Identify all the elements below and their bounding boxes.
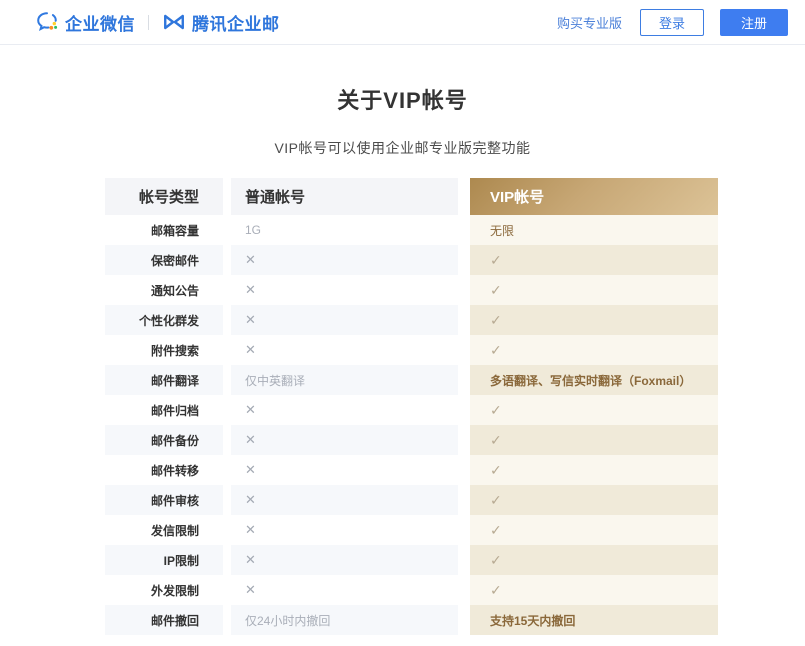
vip-account-value: 无限 [470, 215, 718, 245]
table-header-row: 帐号类型 普通帐号 VIP帐号 [105, 178, 718, 215]
green-dot [54, 26, 57, 29]
vip-account-check-mark: ✓ [470, 305, 718, 335]
normal-account-cross-mark: ✕ [231, 485, 458, 515]
exmail-logo-text: 腾讯企业邮 [192, 10, 280, 35]
feature-label: 附件搜索 [105, 335, 223, 365]
feature-label: 邮件备份 [105, 425, 223, 455]
vip-account-check-mark: ✓ [470, 455, 718, 485]
register-button[interactable]: 注册 [720, 9, 788, 36]
table-row: 邮件撤回仅24小时内撤回支持15天内撤回 [105, 605, 718, 635]
column-header-normal-account: 普通帐号 [231, 178, 458, 215]
logo-divider [148, 15, 149, 30]
vip-account-check-mark: ✓ [470, 335, 718, 365]
table-row: 通知公告 ✕ ✓ [105, 275, 718, 305]
wechat-work-logo[interactable]: 企业微信 [35, 10, 135, 35]
feature-label: 保密邮件 [105, 245, 223, 275]
feature-label: 邮件归档 [105, 395, 223, 425]
buy-pro-link[interactable]: 购买专业版 [557, 13, 622, 32]
page-title: 关于VIP帐号 [0, 83, 805, 115]
normal-account-cross-mark: ✕ [231, 545, 458, 575]
feature-label: IP限制 [105, 545, 223, 575]
page-subtitle: VIP帐号可以使用企业邮专业版完整功能 [0, 138, 805, 158]
login-button[interactable]: 登录 [640, 9, 704, 36]
feature-label: 发信限制 [105, 515, 223, 545]
normal-account-value: 仅24小时内撤回 [231, 605, 458, 635]
normal-account-cross-mark: ✕ [231, 425, 458, 455]
feature-label: 邮件转移 [105, 455, 223, 485]
normal-account-cross-mark: ✕ [231, 305, 458, 335]
table-row: IP限制 ✕ ✓ [105, 545, 718, 575]
table-body: 邮箱容量1G无限保密邮件✕✓通知公告✕✓个性化群发✕✓附件搜索✕✓邮件翻译仅中英… [105, 215, 718, 635]
feature-label: 通知公告 [105, 275, 223, 305]
yellow-dot [53, 22, 56, 25]
exmail-logo[interactable]: 腾讯企业邮 [162, 10, 280, 35]
vip-account-check-mark: ✓ [470, 545, 718, 575]
feature-label: 外发限制 [105, 575, 223, 605]
vip-account-check-mark: ✓ [470, 575, 718, 605]
table-row: 邮件归档 ✕ ✓ [105, 395, 718, 425]
column-header-vip-account: VIP帐号 [470, 178, 718, 215]
table-row: 邮件转移 ✕ ✓ [105, 455, 718, 485]
normal-account-value: 1G [231, 215, 458, 245]
column-header-account-type: 帐号类型 [105, 178, 223, 215]
vip-account-check-mark: ✓ [470, 395, 718, 425]
feature-label: 邮件审核 [105, 485, 223, 515]
table-row: 邮件备份 ✕ ✓ [105, 425, 718, 455]
normal-account-cross-mark: ✕ [231, 335, 458, 365]
logo-group: 企业微信 腾讯企业邮 [35, 10, 280, 35]
normal-account-cross-mark: ✕ [231, 395, 458, 425]
feature-label: 邮件撤回 [105, 605, 223, 635]
vip-account-value: 支持15天内撤回 [470, 605, 718, 635]
table-row: 邮件审核 ✕ ✓ [105, 485, 718, 515]
normal-account-cross-mark: ✕ [231, 275, 458, 305]
table-row: 附件搜索 ✕ ✓ [105, 335, 718, 365]
orange-dot [49, 26, 53, 30]
vip-account-check-mark: ✓ [470, 485, 718, 515]
vip-account-value: 多语翻译、写信实时翻译（Foxmail） [470, 365, 718, 395]
feature-label: 个性化群发 [105, 305, 223, 335]
table-row: 发信限制 ✕ ✓ [105, 515, 718, 545]
topbar: 企业微信 腾讯企业邮 购买专业版 登录 注册 [0, 0, 805, 45]
table-row: 外发限制 ✕ ✓ [105, 575, 718, 605]
vip-account-check-mark: ✓ [470, 245, 718, 275]
table-row: 邮箱容量 1G 无限 [105, 215, 718, 245]
vip-comparison-table: 帐号类型 普通帐号 VIP帐号 邮箱容量1G无限保密邮件✕✓通知公告✕✓个性化群… [105, 178, 718, 635]
normal-account-cross-mark: ✕ [231, 575, 458, 605]
topbar-actions: 购买专业版 登录 注册 [557, 9, 788, 36]
vip-account-check-mark: ✓ [470, 515, 718, 545]
feature-label: 邮件翻译 [105, 365, 223, 395]
normal-account-cross-mark: ✕ [231, 455, 458, 485]
table-row: 个性化群发 ✕ ✓ [105, 305, 718, 335]
feature-label: 邮箱容量 [105, 215, 223, 245]
vip-account-check-mark: ✓ [470, 275, 718, 305]
envelope-icon [162, 12, 186, 32]
table-row: 保密邮件 ✕ ✓ [105, 245, 718, 275]
chat-bubble-icon [35, 10, 59, 34]
normal-account-cross-mark: ✕ [231, 515, 458, 545]
normal-account-value: 仅中英翻译 [231, 365, 458, 395]
normal-account-cross-mark: ✕ [231, 245, 458, 275]
wechat-work-logo-text: 企业微信 [65, 10, 135, 35]
vip-account-check-mark: ✓ [470, 425, 718, 455]
table-row: 邮件翻译仅中英翻译多语翻译、写信实时翻译（Foxmail） [105, 365, 718, 395]
